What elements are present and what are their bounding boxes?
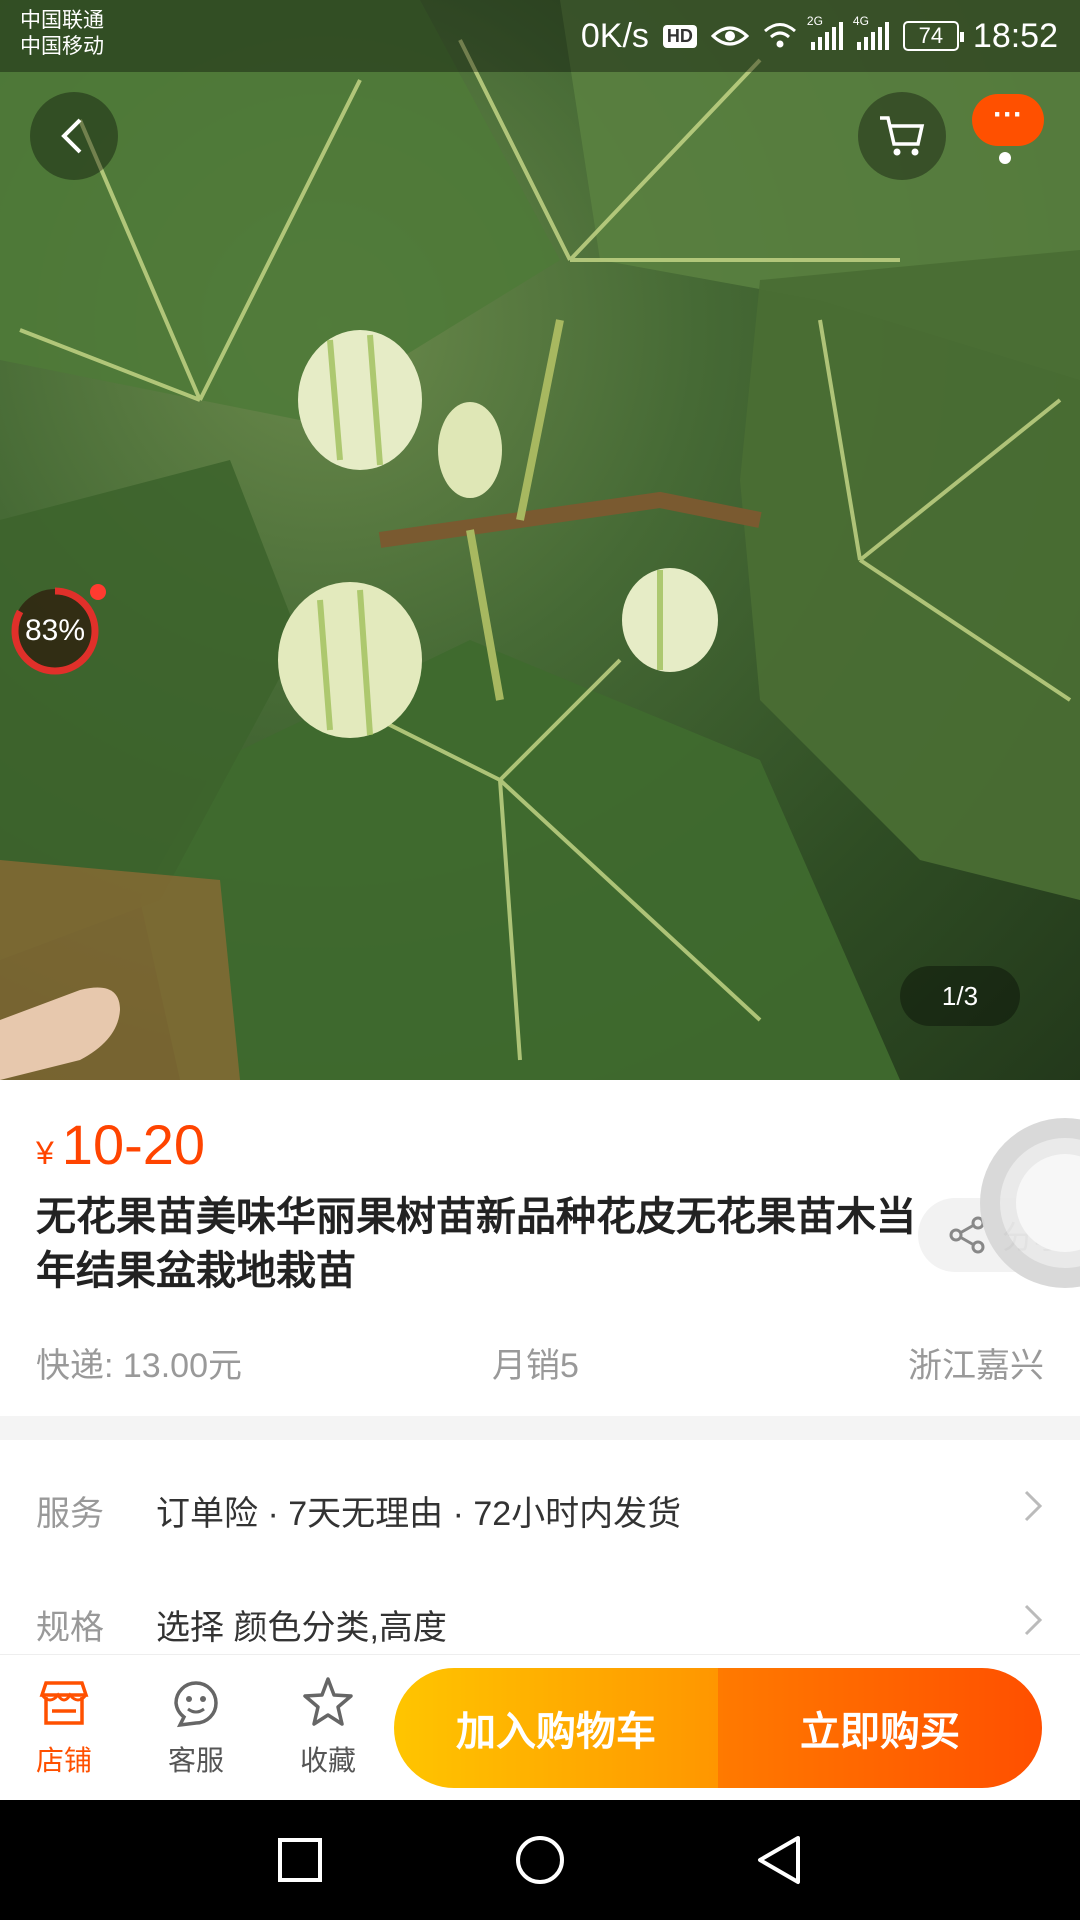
system-navigation-bar — [0, 1800, 1080, 1920]
more-button[interactable]: ··· — [972, 94, 1044, 146]
shopping-cart-icon — [880, 116, 925, 156]
home-icon[interactable] — [512, 1830, 568, 1890]
progress-percent[interactable]: 83% — [8, 584, 102, 678]
price: ¥ 10-20 — [36, 1112, 205, 1177]
product-detail-page: 中国联通 中国移动 0K/s HD 2G 4G 74 18:52 ··· 83%… — [0, 0, 1080, 1920]
service-value: 订单险 · 7天无理由 · 72小时内发货 — [156, 1495, 682, 1533]
chat-face-icon — [174, 1681, 218, 1728]
eye-icon — [710, 26, 749, 46]
shipping-fee: 快递: 13.00元 — [36, 1347, 242, 1385]
store-button[interactable]: 店铺 — [14, 1675, 114, 1779]
chevron-right-icon — [1024, 1490, 1043, 1522]
service-label: 服务 — [36, 1495, 104, 1533]
spec-value: 选择 颜色分类,高度 — [156, 1609, 447, 1647]
favorite-label: 收藏 — [299, 1745, 356, 1776]
chevron-right-icon — [1024, 1604, 1043, 1636]
notification-dot — [999, 152, 1011, 164]
status-icons: 0K/s HD 2G 4G 74 18:52 — [581, 12, 1058, 60]
progress-alert-dot — [90, 584, 106, 600]
customer-service-label: 客服 — [167, 1745, 224, 1776]
network-speed: 0K/s — [580, 16, 649, 55]
carrier-info: 中国联通 中国移动 — [20, 8, 104, 60]
spec-label: 规格 — [36, 1609, 104, 1647]
star-icon — [303, 1677, 353, 1726]
service-row[interactable]: 服务 订单险 · 7天无理由 · 72小时内发货 — [0, 1452, 1080, 1562]
clock: 18:52 — [972, 16, 1058, 55]
ship-location: 浙江嘉兴 — [908, 1347, 1044, 1385]
store-label: 店铺 — [35, 1745, 92, 1776]
signal-icon-1: 2G — [807, 14, 843, 50]
status-bar: 中国联通 中国移动 0K/s HD 2G 4G 74 18:52 — [0, 0, 1080, 72]
chevron-left-icon — [61, 118, 82, 154]
currency-symbol: ¥ — [36, 1135, 54, 1171]
hd-badge: HD — [662, 24, 697, 48]
purchase-actions: 加入购物车 立即购买 — [394, 1668, 1042, 1788]
back-button[interactable] — [30, 92, 118, 180]
product-image-carousel[interactable]: 中国联通 中国移动 0K/s HD 2G 4G 74 18:52 ··· 83%… — [0, 0, 1080, 1080]
image-pager: 1/3 — [900, 966, 1020, 1026]
add-to-cart-button[interactable]: 加入购物车 — [394, 1668, 718, 1788]
cart-button[interactable] — [858, 92, 946, 180]
section-divider — [0, 1416, 1080, 1440]
favorite-button[interactable]: 收藏 — [278, 1675, 378, 1779]
carrier-2: 中国移动 — [20, 35, 104, 58]
customer-service-button[interactable]: 客服 — [146, 1675, 246, 1779]
carrier-1: 中国联通 — [20, 9, 104, 32]
store-icon — [39, 1681, 89, 1725]
signal-icon-2: 4G — [853, 14, 889, 50]
price-value: 10-20 — [61, 1113, 206, 1176]
monthly-sales: 月销5 — [492, 1347, 579, 1385]
product-title: 无花果苗美味华丽果树苗新品种花皮无花果苗木当年结果盆栽地栽苗 — [36, 1195, 916, 1293]
back-nav-icon[interactable] — [754, 1830, 804, 1890]
buy-now-button[interactable]: 立即购买 — [718, 1668, 1042, 1788]
recent-apps-icon[interactable] — [276, 1830, 324, 1890]
wifi-icon — [763, 23, 796, 48]
battery-icon: 74 — [902, 21, 964, 51]
